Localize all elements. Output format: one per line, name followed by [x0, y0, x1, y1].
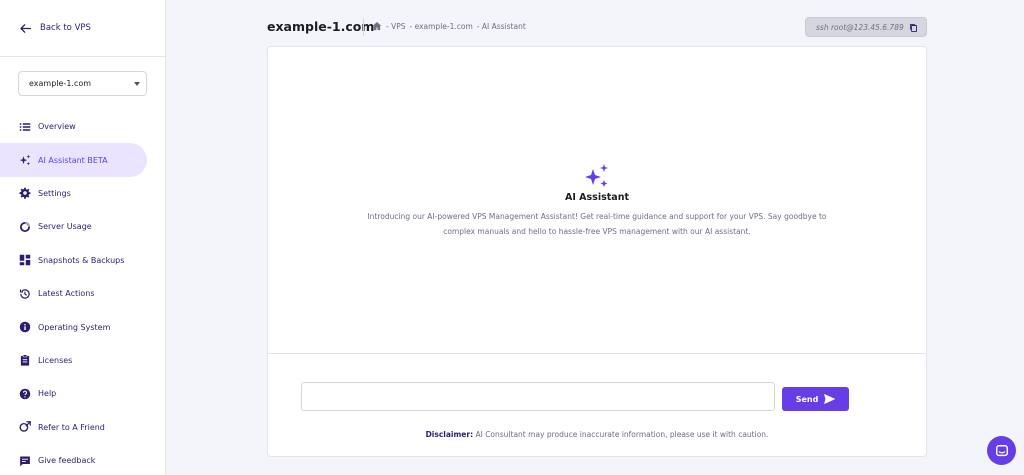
domain-select[interactable]: example-1.com — [18, 71, 147, 96]
copy-icon[interactable] — [909, 23, 918, 33]
send-label: Send — [795, 394, 819, 404]
sidebar-item-label: Help — [38, 389, 57, 399]
sidebar-item-overview[interactable]: Overview — [0, 110, 165, 143]
disclaimer-text: AI Consultant may produce inaccurate inf… — [475, 430, 769, 439]
sidebar-item-server-usage[interactable]: Server Usage — [0, 210, 165, 243]
sidebar-item-label: AI Assistant BETA — [38, 155, 108, 165]
card-divider — [268, 353, 926, 354]
sidebar-item-label: Refer to A Friend — [38, 422, 105, 432]
sidebar-item-label: Server Usage — [38, 222, 92, 232]
feedback-icon — [20, 456, 30, 466]
send-button[interactable]: Send — [782, 387, 849, 411]
sidebar-item-label: Latest Actions — [38, 289, 95, 299]
sidebar-item-label: Overview — [38, 122, 76, 132]
title-divider — [363, 18, 364, 36]
ai-sparkle-icon — [585, 164, 608, 187]
domain-select-value: example-1.com — [29, 79, 92, 88]
breadcrumb-item-current: - AI Assistant — [476, 21, 526, 31]
back-label: Back to VPS — [40, 23, 91, 33]
breadcrumb-item-vps[interactable]: - VPS — [386, 22, 406, 31]
sidebar-item-label: Give feedback — [38, 456, 96, 466]
sidebar-item-refer-friend[interactable]: Refer to A Friend — [0, 411, 165, 444]
send-arrow-icon — [824, 394, 836, 404]
sidebar-item-snapshots-backups[interactable]: Snapshots & Backups — [0, 244, 165, 277]
disclaimer-label: Disclaimer: — [425, 430, 474, 439]
help-icon — [19, 388, 31, 400]
sidebar-item-label: Operating System — [38, 322, 111, 332]
sidebar-nav: Overview AI Assistant BETA Settings Serv… — [0, 110, 165, 475]
chat-icon — [995, 444, 1008, 456]
sidebar-item-operating-system[interactable]: Operating System — [0, 310, 165, 343]
assistant-title: AI Assistant — [564, 192, 630, 203]
chevron-down-icon — [134, 82, 140, 86]
support-chat-button[interactable] — [987, 436, 1016, 465]
sidebar-item-ai-assistant[interactable]: AI Assistant BETA — [0, 143, 147, 177]
sidebar-item-help[interactable]: Help — [0, 377, 165, 410]
ai-assistant-card: AI Assistant Introducing our AI-powered … — [267, 46, 927, 457]
sidebar-item-give-feedback[interactable]: Give feedback — [0, 444, 165, 475]
clipboard-icon — [20, 354, 30, 367]
sidebar-item-label: Settings — [38, 188, 71, 198]
ssh-command-chip[interactable]: ssh root@123.45.6.789 — [805, 17, 927, 37]
sidebar-item-label: Licenses — [38, 355, 73, 365]
arrow-left-icon — [20, 23, 32, 33]
home-icon[interactable] — [372, 21, 382, 31]
sidebar: Back to VPS example-1.com Overview AI As… — [0, 0, 166, 475]
assistant-description: Introducing our AI-powered VPS Managemen… — [367, 212, 827, 236]
gear-icon — [19, 188, 31, 200]
ssh-command-text: ssh root@123.45.6.789 — [816, 22, 904, 32]
grid-icon — [19, 255, 31, 266]
sidebar-item-label: Snapshots & Backups — [38, 255, 125, 265]
disclaimer: Disclaimer: AI Consultant may produce in… — [268, 430, 926, 439]
sparkle-icon — [19, 154, 31, 166]
sidebar-item-licenses[interactable]: Licenses — [0, 344, 165, 377]
list-icon — [19, 122, 31, 131]
info-icon — [19, 321, 31, 333]
chart-ring-icon — [19, 221, 31, 232]
chat-message-input[interactable] — [301, 382, 775, 411]
breadcrumb-item-domain[interactable]: - example-1.com — [410, 22, 473, 31]
history-icon — [19, 288, 30, 299]
back-to-vps-link[interactable]: Back to VPS — [0, 0, 165, 57]
breadcrumb: - VPS - example-1.com - AI Assistant — [372, 21, 530, 31]
sidebar-item-latest-actions[interactable]: Latest Actions — [0, 277, 165, 310]
refer-icon — [19, 421, 31, 433]
sidebar-item-settings[interactable]: Settings — [0, 177, 165, 210]
page-title: example-1.com — [267, 19, 375, 34]
